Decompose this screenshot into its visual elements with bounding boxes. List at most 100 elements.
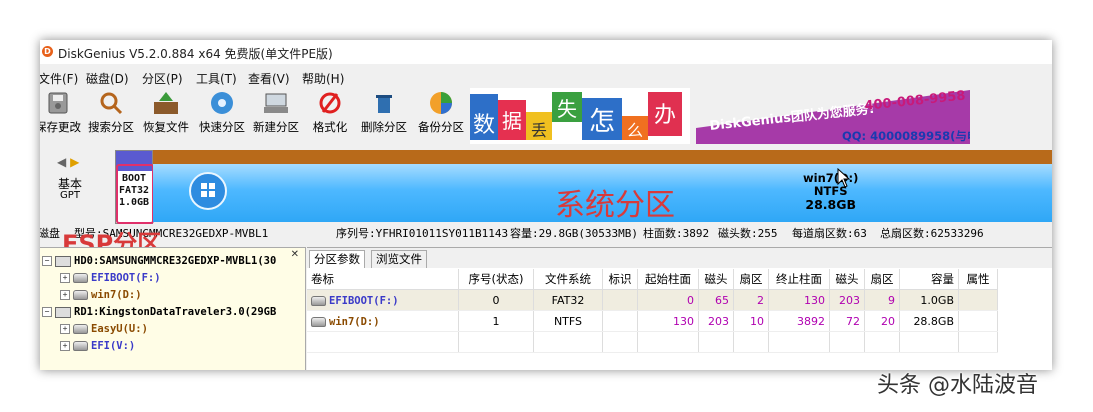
disk-type-basic: 基本 <box>57 177 82 191</box>
empty-cell <box>768 331 830 353</box>
col-index[interactable]: 序号(状态) <box>458 269 534 290</box>
partition-panel: 分区参数 浏览文件 卷标 序号(状态) 文件系统 标识 起始柱面 磁头 扇区 终… <box>307 247 1052 370</box>
table-row-empty <box>307 331 998 353</box>
banner-tile-2: 丢 <box>531 121 547 140</box>
disk-tree: ✕ − HD0:SAMSUNGMMCRE32GEDXP-MVBL1(30 + EFI… <box>40 247 306 370</box>
search-partition-button[interactable]: 搜索分区 <box>86 88 136 144</box>
menu-help[interactable]: 帮助(H) <box>302 70 344 87</box>
tree-partition-efi[interactable]: + EFI(V:) <box>60 338 135 355</box>
col-start-cylinder[interactable]: 起始柱面 <box>637 269 699 290</box>
menu-view[interactable]: 查看(V) <box>248 70 290 87</box>
col-attributes[interactable]: 属性 <box>958 269 998 290</box>
disk-type-gpt: GPT <box>60 190 80 201</box>
col-start-sector[interactable]: 扇区 <box>733 269 769 290</box>
next-disk-button[interactable]: ▶ <box>70 155 79 169</box>
banner-tile-0: 数 <box>473 113 495 138</box>
volume-label: EFIBOOT(F:) <box>329 294 399 307</box>
volume-label: win7(D:) <box>329 315 380 328</box>
banner-tile-5: 么 <box>627 121 643 140</box>
system-partition-annotation: 系统分区 <box>555 188 675 223</box>
menu-tools[interactable]: 工具(T) <box>196 70 237 87</box>
esp-highlight-box <box>116 164 154 224</box>
save-button[interactable]: 保存更改 <box>40 88 84 144</box>
cell-volume: win7(D:) <box>307 310 459 332</box>
cell-index: 0 <box>458 289 534 311</box>
expand-icon[interactable]: + <box>60 290 70 300</box>
menu-file[interactable]: 文件(F) <box>40 70 78 87</box>
col-filesystem[interactable]: 文件系统 <box>533 269 603 290</box>
collapse-icon[interactable]: − <box>42 256 52 266</box>
format-button[interactable]: 格式化 <box>308 88 352 144</box>
expand-icon[interactable]: + <box>60 273 70 283</box>
disk-nav: ◀ ▶ <box>57 155 79 169</box>
prev-disk-button[interactable]: ◀ <box>57 155 66 169</box>
cell-end-cylinder: 3892 <box>768 310 830 332</box>
expand-icon[interactable]: + <box>60 341 70 351</box>
new-partition-label: 新建分区 <box>253 120 299 134</box>
tree-partition-win7[interactable]: + win7(D:) <box>60 287 142 304</box>
toolbar: 保存更改 搜索分区 恢复文件 快速分区 新建分区 格式化 删除分区 备份分区 <box>40 88 470 144</box>
col-start-head[interactable]: 磁头 <box>698 269 734 290</box>
new-partition-button[interactable]: 新建分区 <box>250 88 302 144</box>
col-end-sector[interactable]: 扇区 <box>864 269 900 290</box>
expand-icon[interactable]: + <box>60 324 70 334</box>
col-flag[interactable]: 标识 <box>602 269 638 290</box>
search-partition-label: 搜索分区 <box>88 120 134 134</box>
empty-cell <box>602 331 638 353</box>
col-volume[interactable]: 卷标 <box>307 269 459 290</box>
partition-icon <box>73 290 88 300</box>
restore-files-label: 恢复文件 <box>143 120 189 134</box>
tree-disk-rd1[interactable]: − RD1:KingstonDataTraveler3.0(29GB <box>42 304 276 321</box>
disk-icon <box>55 255 71 267</box>
backup-icon <box>430 92 452 114</box>
collapse-icon[interactable]: − <box>42 307 52 317</box>
backup-partition-button[interactable]: 备份分区 <box>414 88 468 144</box>
tree-disk-hd0[interactable]: − HD0:SAMSUNGMMCRE32GEDXP-MVBL1(30 <box>42 253 276 270</box>
partition-table: 卷标 序号(状态) 文件系统 标识 起始柱面 磁头 扇区 终止柱面 磁头 扇区 … <box>307 269 998 353</box>
menu-disk[interactable]: 磁盘(D) <box>86 70 129 87</box>
tree-partition-easyu[interactable]: + EasyU(U:) <box>60 321 148 338</box>
disk-type: 基本 GPT <box>54 178 86 202</box>
cell-capacity: 1.0GB <box>899 289 959 311</box>
col-end-head[interactable]: 磁头 <box>829 269 865 290</box>
partition-icon <box>73 273 88 283</box>
tree-label: EasyU(U:) <box>91 323 148 335</box>
table-row[interactable]: win7(D:) 1 NTFS 130 203 10 3892 72 20 28… <box>307 310 998 332</box>
quick-partition-button[interactable]: 快速分区 <box>196 88 248 144</box>
mouse-cursor-icon <box>837 168 851 188</box>
banner-qq: QQ: 4000089958(与电话同号) <box>842 129 970 143</box>
diskgenius-logo-icon: D <box>42 46 53 57</box>
restore-icon <box>154 92 178 114</box>
banner-tile-1: 据 <box>502 109 522 133</box>
col-end-cylinder[interactable]: 终止柱面 <box>768 269 830 290</box>
cell-start-cylinder: 0 <box>637 289 699 311</box>
cell-index: 1 <box>458 310 534 332</box>
advert-banner[interactable]: 数 据 丢 失 怎 么 办 DiskGenius团队为您服务! 400-008-… <box>470 88 1018 144</box>
close-icon[interactable]: ✕ <box>291 249 299 260</box>
format-label: 格式化 <box>312 120 348 134</box>
menu-partition[interactable]: 分区(P) <box>142 70 183 87</box>
col-capacity[interactable]: 容量 <box>899 269 959 290</box>
restore-files-button[interactable]: 恢复文件 <box>140 88 192 144</box>
save-icon <box>48 92 68 114</box>
tree-label: EFI(V:) <box>91 340 136 352</box>
tree-label: EFIBOOT(F:) <box>91 272 161 284</box>
system-partition-header <box>153 150 1052 164</box>
disk-info-bar: 磁盘 型号:SAMSUNGMMCRE32GEDXP-MVBL1 序列号:YFHR… <box>40 220 1052 242</box>
panel-tabs: 分区参数 浏览文件 <box>307 248 1052 268</box>
disk-info-label: 磁盘 <box>40 227 60 240</box>
tab-browse-files[interactable]: 浏览文件 <box>371 250 427 268</box>
tab-partition-params[interactable]: 分区参数 <box>309 250 365 268</box>
partition-icon <box>311 316 326 327</box>
banner-tile-3: 失 <box>557 97 577 121</box>
cell-end-head: 203 <box>829 289 865 311</box>
app-window: D DiskGenius V5.2.0.884 x64 免费版(单文件PE版) … <box>40 40 1052 370</box>
table-row[interactable]: EFIBOOT(F:) 0 FAT32 0 65 2 130 203 9 1.0… <box>307 289 998 311</box>
empty-cell <box>829 331 865 353</box>
advert-banner-graphic: 数 据 丢 失 怎 么 办 DiskGenius团队为您服务! 400-008-… <box>470 88 1018 144</box>
delete-partition-button[interactable]: 删除分区 <box>358 88 410 144</box>
cell-volume: EFIBOOT(F:) <box>307 289 459 311</box>
new-partition-icon <box>264 93 288 113</box>
tree-partition-efiboot[interactable]: + EFIBOOT(F:) <box>60 270 161 287</box>
cell-start-head: 203 <box>698 310 734 332</box>
